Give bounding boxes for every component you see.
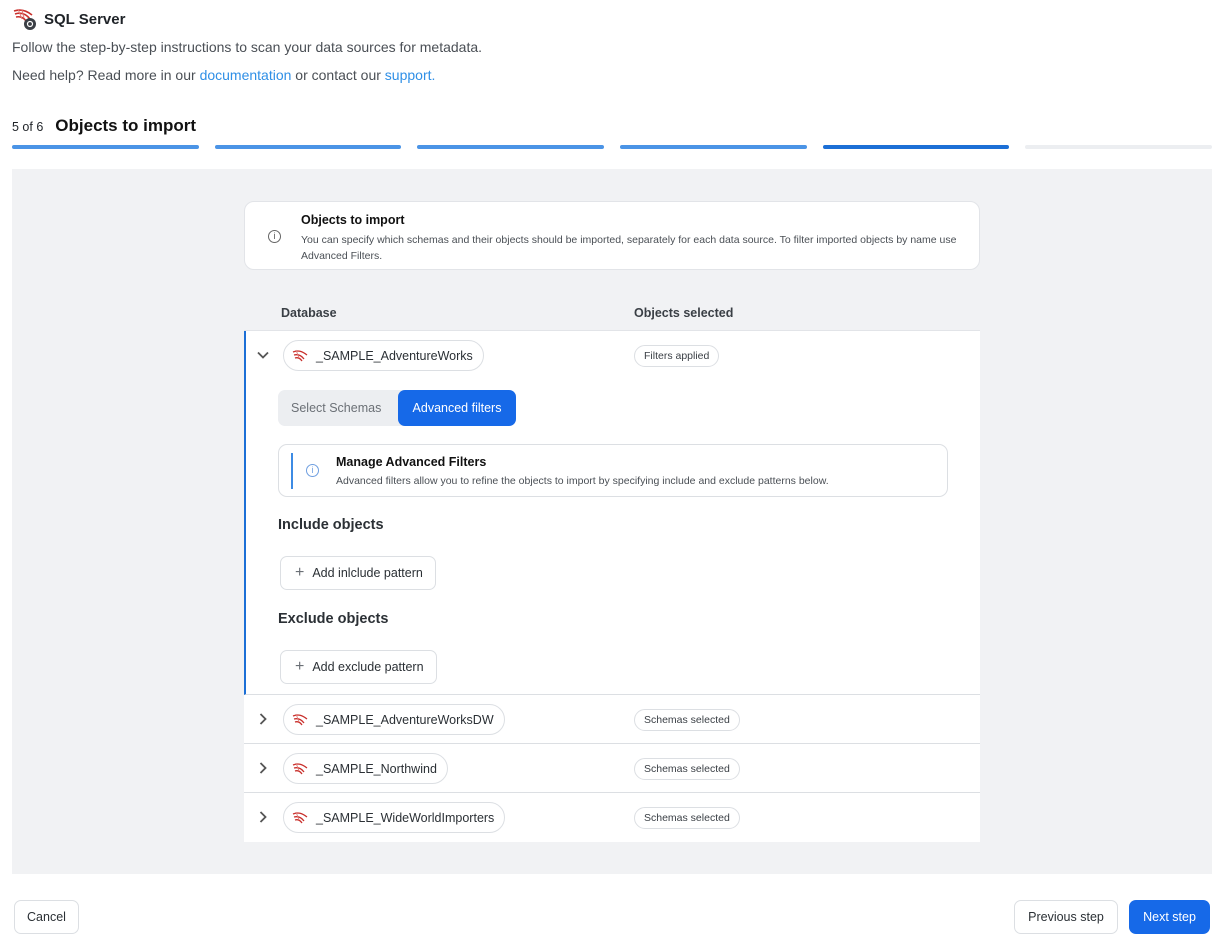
sql-server-icon xyxy=(292,811,309,825)
database-name: _SAMPLE_AdventureWorksDW xyxy=(316,712,494,727)
column-header-objects: Objects selected xyxy=(634,306,734,320)
chevron-right-icon[interactable] xyxy=(256,810,270,824)
support-link[interactable]: support. xyxy=(385,67,436,83)
step-count: 5 of 6 xyxy=(12,120,44,134)
documentation-link[interactable]: documentation xyxy=(200,67,292,83)
database-name: _SAMPLE_Northwind xyxy=(316,761,437,776)
database-name: _SAMPLE_AdventureWorks xyxy=(316,348,473,363)
database-pill[interactable]: _SAMPLE_AdventureWorksDW xyxy=(283,704,505,735)
progress-segment xyxy=(12,145,199,149)
help-middle: or contact our xyxy=(295,67,381,83)
accent-bar xyxy=(291,453,293,489)
progress-segment xyxy=(417,145,605,149)
progress-segment xyxy=(214,145,402,149)
add-include-label: Add inlclude pattern xyxy=(312,566,423,580)
sql-server-icon xyxy=(292,762,309,776)
chevron-down-icon[interactable] xyxy=(256,348,270,362)
tab-advanced-filters[interactable]: Advanced filters xyxy=(398,390,516,426)
filter-mode-toggle: Select Schemas Advanced filters xyxy=(278,390,516,426)
database-pill[interactable]: _SAMPLE_WideWorldImporters xyxy=(283,802,506,833)
table-row: _SAMPLE_AdventureWorksDW Schemas selecte… xyxy=(244,695,980,744)
progress-segment-todo xyxy=(1025,145,1213,149)
info-card-title: Objects to import xyxy=(301,213,405,227)
table-row: _SAMPLE_Northwind Schemas selected xyxy=(244,744,980,793)
help-prefix: Need help? Read more in our xyxy=(12,67,196,83)
table-row: _SAMPLE_WideWorldImporters Schemas selec… xyxy=(244,793,980,842)
database-table: Database Objects selected _SAMPLE_Advent… xyxy=(244,300,980,842)
add-exclude-label: Add exclude pattern xyxy=(312,660,424,674)
info-icon: i xyxy=(268,230,281,243)
step-indicator: 5 of 6 Objects to import xyxy=(12,116,196,136)
column-header-database: Database xyxy=(281,306,337,320)
info-card: i Objects to import You can specify whic… xyxy=(244,201,980,270)
title-row: SQL Server xyxy=(12,8,1210,30)
add-include-pattern-button[interactable]: + Add inlclude pattern xyxy=(280,556,436,590)
progress-bar xyxy=(12,145,1213,149)
advanced-filters-title: Manage Advanced Filters xyxy=(336,455,487,469)
main-panel: i Objects to import You can specify whic… xyxy=(12,169,1212,874)
exclude-heading: Exclude objects xyxy=(278,611,389,627)
cancel-button[interactable]: Cancel xyxy=(14,900,79,934)
progress-segment xyxy=(620,145,807,149)
progress-segment-current xyxy=(822,145,1010,149)
advanced-filters-info: i Manage Advanced Filters Advanced filte… xyxy=(278,444,948,497)
info-icon: i xyxy=(306,464,319,477)
info-card-text: You can specify which schemas and their … xyxy=(301,234,957,262)
plus-icon: + xyxy=(295,564,305,581)
app-title: SQL Server xyxy=(44,10,126,28)
chevron-right-icon[interactable] xyxy=(256,712,270,726)
status-badge: Schemas selected xyxy=(634,807,740,829)
database-pill[interactable]: _SAMPLE_Northwind xyxy=(283,753,448,784)
next-step-button[interactable]: Next step xyxy=(1129,900,1210,934)
table-header: Database Objects selected xyxy=(244,300,980,331)
tab-select-schemas[interactable]: Select Schemas xyxy=(291,390,381,426)
advanced-filters-text: Advanced filters allow you to refine the… xyxy=(336,475,829,487)
step-title: Objects to import xyxy=(55,116,197,135)
status-badge: Schemas selected xyxy=(634,758,740,780)
sql-server-icon xyxy=(292,349,309,363)
chevron-right-icon[interactable] xyxy=(256,761,270,775)
database-name: _SAMPLE_WideWorldImporters xyxy=(316,810,495,825)
status-badge: Schemas selected xyxy=(634,709,740,731)
subtitle: Follow the step-by-step instructions to … xyxy=(12,39,483,55)
sql-server-logo-icon xyxy=(12,7,38,31)
help-line: Need help? Read more in our documentatio… xyxy=(12,67,1210,83)
plus-icon: + xyxy=(295,658,305,675)
include-heading: Include objects xyxy=(278,517,384,533)
sql-server-icon xyxy=(292,713,309,727)
previous-step-button[interactable]: Previous step xyxy=(1014,900,1118,934)
page-header: SQL Server Follow the step-by-step instr… xyxy=(12,8,1210,83)
status-badge: Filters applied xyxy=(634,345,720,367)
add-exclude-pattern-button[interactable]: + Add exclude pattern xyxy=(280,650,437,684)
database-pill[interactable]: _SAMPLE_AdventureWorks xyxy=(283,340,484,371)
table-row: _SAMPLE_AdventureWorks Filters applied S… xyxy=(244,331,980,695)
